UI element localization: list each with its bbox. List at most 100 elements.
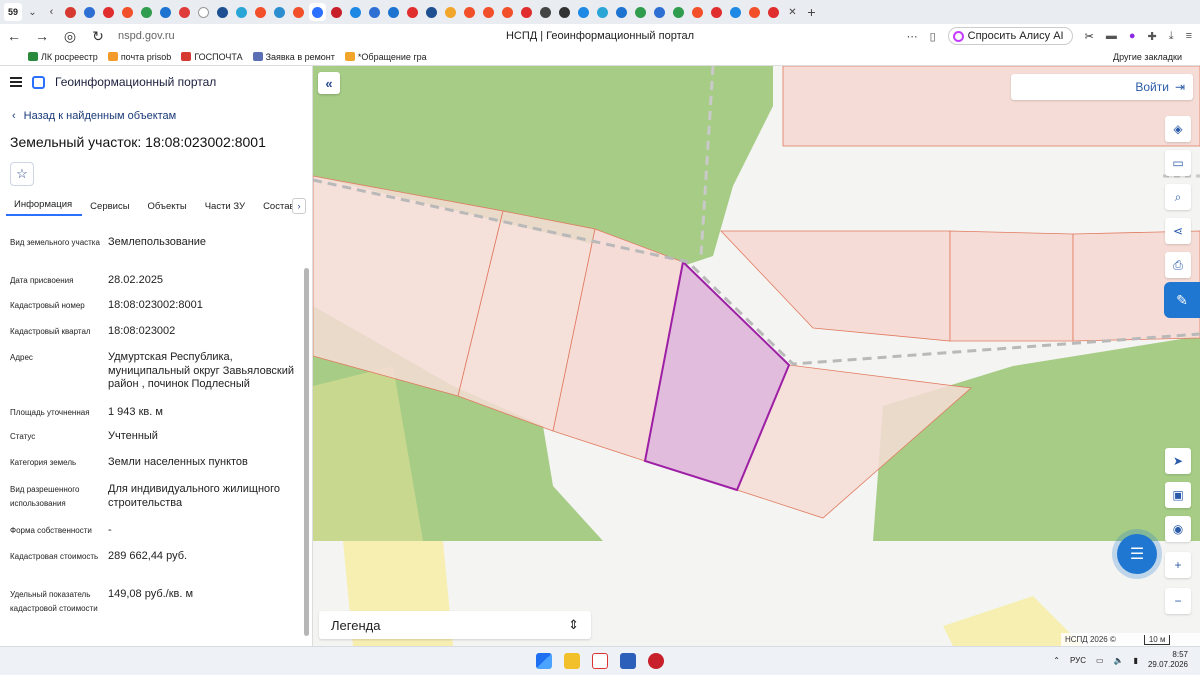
tab-favicon-35[interactable]: [708, 3, 725, 21]
tab-favicon-5[interactable]: [138, 3, 155, 21]
location-pin-button[interactable]: ◉: [1165, 516, 1191, 542]
print-button[interactable]: ⎙: [1165, 252, 1191, 278]
tab-favicon-27[interactable]: [556, 3, 573, 21]
tab-favicon-23[interactable]: [480, 3, 497, 21]
tab-scroll-left-icon[interactable]: ‹: [43, 3, 60, 21]
tab-favicon-22[interactable]: [461, 3, 478, 21]
tab-favicon-16[interactable]: [347, 3, 364, 21]
geolocation-button[interactable]: ➤: [1165, 448, 1191, 474]
area-search-button[interactable]: ⌕: [1165, 184, 1191, 210]
legend-toggle[interactable]: Легенда ⇕: [319, 611, 591, 639]
clock[interactable]: 8:57 29.07.2026: [1148, 650, 1188, 670]
bookmark-item[interactable]: ГОСПОЧТА: [181, 52, 243, 62]
tab-favicon-21[interactable]: [442, 3, 459, 21]
reload-icon[interactable]: ↻: [84, 28, 112, 45]
measure-button[interactable]: ▭: [1165, 150, 1191, 176]
tab-favicon-26[interactable]: [537, 3, 554, 21]
tab-favicon-15[interactable]: [328, 3, 345, 21]
url-field[interactable]: nspd.gov.ru: [118, 30, 175, 42]
tab-favicon-29[interactable]: [594, 3, 611, 21]
minimap-button[interactable]: ▣: [1165, 482, 1191, 508]
favorite-button[interactable]: ☆: [10, 162, 34, 186]
tab-favicon-10[interactable]: [233, 3, 250, 21]
ask-alice-button[interactable]: Спросить Алису AI: [947, 27, 1073, 45]
tab-count-badge[interactable]: 59: [4, 3, 22, 21]
tab-favicon-1[interactable]: [62, 3, 79, 21]
tab-information[interactable]: Информация: [6, 199, 83, 216]
tab-favicon-24[interactable]: [499, 3, 516, 21]
tab-services[interactable]: Сервисы: [82, 201, 139, 216]
tab-favicon-3[interactable]: [100, 3, 117, 21]
back-to-results-link[interactable]: ‹ Назад к найденным объектам: [0, 110, 312, 122]
share-button[interactable]: ⋖: [1165, 218, 1191, 244]
zoom-out-button[interactable]: −: [1165, 588, 1191, 614]
tab-favicon-13[interactable]: [290, 3, 307, 21]
download-icon[interactable]: ⤓: [1169, 30, 1174, 43]
other-bookmarks[interactable]: Другие закладки: [1113, 52, 1182, 62]
app-icon[interactable]: [648, 653, 664, 669]
map-view[interactable]: « Войти ⇥ ◈ ▭ ⌕ ⋖ ⎙ ✎ ➤ ▣ ◉ + − ☰ Легенд…: [313, 66, 1200, 646]
tab-parcel-parts[interactable]: Части ЗУ: [197, 201, 255, 216]
more-options-icon[interactable]: ⋯: [907, 30, 918, 43]
tray-chevron-up-icon[interactable]: ⌃: [1053, 656, 1060, 665]
layers-button[interactable]: ◈: [1165, 116, 1191, 142]
file-explorer-icon[interactable]: [564, 653, 580, 669]
bookmark-item[interactable]: ЛК росреестр: [28, 52, 98, 62]
volume-icon[interactable]: 🔈: [1114, 656, 1124, 665]
tab-favicon-7[interactable]: [176, 3, 193, 21]
extensions-puzzle-icon[interactable]: ✚: [1147, 30, 1156, 43]
chat-button[interactable]: ☰: [1117, 534, 1157, 574]
draw-tool-button[interactable]: ✎: [1164, 282, 1200, 318]
tab-favicon-28[interactable]: [575, 3, 592, 21]
tab-favicon-9[interactable]: [214, 3, 231, 21]
tab-favicon-4[interactable]: [119, 3, 136, 21]
bookmark-item[interactable]: Заявка в ремонт: [252, 52, 335, 62]
bookmark-item[interactable]: почта prisob: [107, 52, 171, 62]
language-indicator[interactable]: РУС: [1070, 656, 1086, 665]
zoom-in-button[interactable]: +: [1165, 552, 1191, 578]
tab-favicon-17[interactable]: [366, 3, 383, 21]
tab-list-chevron-icon[interactable]: ⌄: [24, 3, 41, 21]
tab-favicon-25[interactable]: [518, 3, 535, 21]
tab-close-icon[interactable]: ✕: [784, 3, 801, 21]
tab-favicon-33[interactable]: [670, 3, 687, 21]
tab-favicon-38[interactable]: [765, 3, 782, 21]
hamburger-menu-icon[interactable]: [10, 77, 22, 87]
tab-favicon-19[interactable]: [404, 3, 421, 21]
tab-favicon-2[interactable]: [81, 3, 98, 21]
tab-favicon-11[interactable]: [252, 3, 269, 21]
battery-icon[interactable]: ▮: [1134, 656, 1138, 665]
account-icon[interactable]: ◎: [56, 28, 84, 45]
panel-scrollbar[interactable]: [304, 268, 309, 636]
yandex-browser-icon[interactable]: [592, 653, 608, 669]
forward-arrow-icon[interactable]: →: [28, 28, 56, 44]
login-button[interactable]: Войти ⇥: [1011, 74, 1193, 100]
word-icon[interactable]: [620, 653, 636, 669]
tab-objects[interactable]: Объекты: [140, 201, 197, 216]
parcel-polygon[interactable]: [949, 230, 1074, 342]
menu-icon[interactable]: ≡: [1186, 30, 1192, 42]
tab-favicon-37[interactable]: [746, 3, 763, 21]
tab-favicon-36[interactable]: [727, 3, 744, 21]
map-canvas[interactable]: [313, 66, 1200, 646]
collapse-panel-button[interactable]: «: [318, 72, 340, 94]
extension-icon-3[interactable]: ●: [1129, 30, 1136, 42]
back-arrow-icon[interactable]: ←: [0, 28, 28, 44]
tab-favicon-8[interactable]: [195, 3, 212, 21]
tab-favicon-18[interactable]: [385, 3, 402, 21]
bookmark-item[interactable]: *Обращение гра: [344, 52, 427, 62]
tab-favicon-6[interactable]: [157, 3, 174, 21]
extension-icon-1[interactable]: ✂: [1085, 30, 1094, 43]
windows-start-icon[interactable]: [536, 653, 552, 669]
bookmark-icon[interactable]: ▯: [930, 30, 936, 43]
tab-favicon-32[interactable]: [651, 3, 668, 21]
tab-favicon-12[interactable]: [271, 3, 288, 21]
tab-active-nspd[interactable]: [309, 3, 326, 21]
tab-favicon-31[interactable]: [632, 3, 649, 21]
network-icon[interactable]: ▭: [1096, 656, 1104, 665]
tab-favicon-30[interactable]: [613, 3, 630, 21]
tab-favicon-34[interactable]: [689, 3, 706, 21]
extension-icon-2[interactable]: ▬: [1106, 30, 1117, 42]
tabs-next-chevron-icon[interactable]: ›: [292, 198, 306, 214]
new-tab-plus-icon[interactable]: +: [803, 3, 820, 21]
